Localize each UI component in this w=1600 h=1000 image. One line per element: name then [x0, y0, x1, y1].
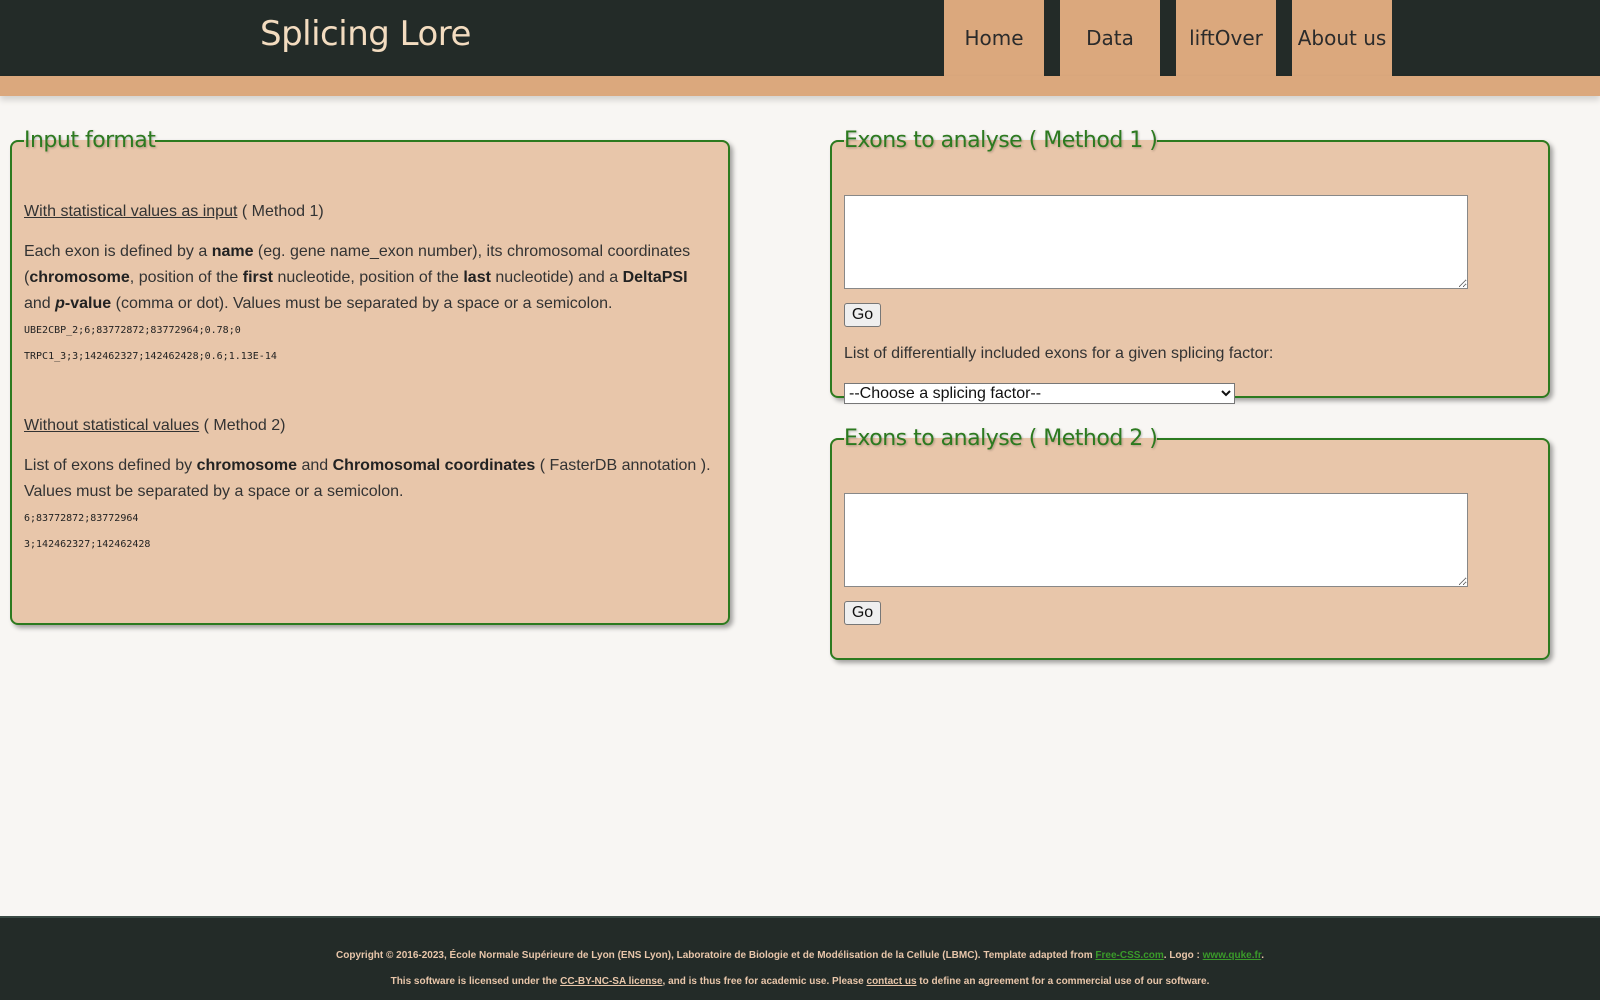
method1-suffix: ( Method 1)	[237, 203, 324, 220]
desc-text: and	[297, 457, 333, 474]
header-stripe	[0, 76, 1600, 96]
method2-description: List of exons defined by chromosome and …	[24, 453, 714, 505]
method1-panel: Exons to analyse ( Method 1 ) Go List of…	[830, 128, 1550, 404]
method1-exons-textarea[interactable]	[844, 195, 1468, 289]
method1-title: With statistical values as input	[24, 203, 238, 220]
nav-liftover[interactable]: liftOver	[1176, 0, 1276, 76]
desc-bold: name	[211, 243, 254, 260]
splicing-factor-select[interactable]: --Choose a splicing factor--	[844, 383, 1235, 404]
method2-example-2: 3;142462327;142462428	[24, 539, 151, 550]
splicing-factor-label: List of differentially included exons fo…	[844, 345, 1274, 362]
desc-text: nucleotide) and a	[490, 269, 623, 286]
method2-suffix: ( Method 2)	[199, 417, 286, 434]
method1-example-1: UBE2CBP_2;6;83772872;83772964;0.78;0	[24, 325, 241, 336]
method2-title: Without statistical values	[24, 417, 200, 434]
method2-legend: Exons to analyse ( Method 2 )	[844, 426, 1158, 451]
desc-text: Each exon is defined by a	[24, 243, 212, 260]
desc-bold: chromosome	[29, 269, 130, 286]
site-header: Splicing Lore Home Data liftOver About u…	[0, 0, 1600, 76]
quke-link[interactable]: www.quke.fr	[1203, 950, 1262, 961]
desc-bold: Chromosomal coordinates	[332, 457, 536, 474]
footer-copyright: Copyright © 2016-2023, École Normale Sup…	[0, 950, 1600, 961]
method2-exons-textarea[interactable]	[844, 493, 1468, 587]
desc-text: and	[24, 295, 56, 312]
method2-example-1: 6;83772872;83772964	[24, 513, 139, 524]
method2-go-button[interactable]: Go	[844, 601, 881, 625]
nav-about-us[interactable]: About us	[1292, 0, 1392, 76]
contact-link[interactable]: contact us	[867, 976, 917, 987]
desc-bold: first	[242, 269, 273, 286]
site-logo[interactable]: Splicing Lore	[260, 14, 471, 54]
method2-heading: Without statistical values ( Method 2)	[24, 417, 285, 435]
desc-bold: last	[463, 269, 491, 286]
desc-bold-italic: p	[55, 295, 65, 312]
footer-text: to define an agreement for a commercial …	[916, 976, 1210, 987]
method1-example-2: TRPC1_3;3;142462327;142462428;0.6;1.13E-…	[24, 351, 277, 362]
input-format-legend: Input format	[24, 128, 156, 153]
desc-bold: -value	[64, 295, 112, 312]
footer-text: This software is licensed under the	[390, 976, 561, 987]
desc-bold: chromosome	[196, 457, 298, 474]
desc-bold: DeltaPSI	[622, 269, 688, 286]
method2-panel: Exons to analyse ( Method 2 ) Go	[830, 426, 1550, 660]
footer-text: .	[1261, 950, 1264, 961]
desc-text: List of exons defined by	[24, 457, 197, 474]
footer-text: , and is thus free for academic use. Ple…	[662, 976, 867, 987]
footer-text: . Logo :	[1163, 950, 1203, 961]
main-nav: Home Data liftOver About us	[944, 0, 1392, 76]
nav-data[interactable]: Data	[1060, 0, 1160, 76]
method1-legend: Exons to analyse ( Method 1 )	[844, 128, 1158, 153]
method1-heading: With statistical values as input ( Metho…	[24, 203, 324, 221]
license-link[interactable]: CC-BY-NC-SA license	[560, 976, 662, 987]
desc-text: (comma or dot). Values must be separated…	[111, 295, 613, 312]
free-css-link[interactable]: Free-CSS.com	[1095, 950, 1163, 961]
method1-description: Each exon is defined by a name (eg. gene…	[24, 239, 714, 317]
footer-text: Copyright © 2016-2023, École Normale Sup…	[336, 950, 1096, 961]
nav-home[interactable]: Home	[944, 0, 1044, 76]
desc-text: , position of the	[129, 269, 243, 286]
footer-license: This software is licensed under the CC-B…	[0, 976, 1600, 987]
method1-go-button[interactable]: Go	[844, 303, 881, 327]
site-footer: Copyright © 2016-2023, École Normale Sup…	[0, 916, 1600, 1000]
input-format-panel: Input format With statistical values as …	[10, 128, 730, 625]
desc-text: nucleotide, position of the	[273, 269, 464, 286]
